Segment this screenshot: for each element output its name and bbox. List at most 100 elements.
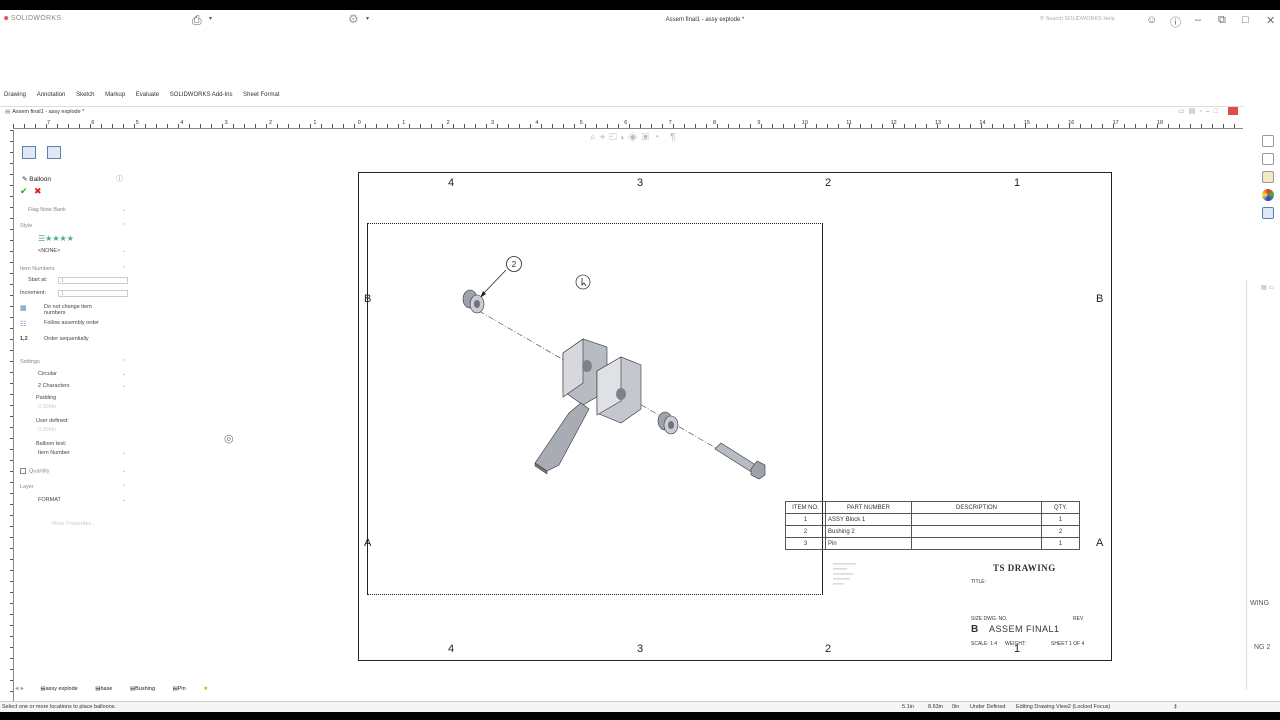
title-label: TITLE: <box>971 579 987 585</box>
opt-dont-change[interactable]: ▦ Do not change item numbers <box>20 304 110 316</box>
options-dropdown-icon[interactable]: ▾ <box>366 15 369 22</box>
sheet-tab-assy-explode[interactable]: ▤assy explode <box>40 686 85 692</box>
chevron-up-icon: ⌃ <box>121 484 126 490</box>
drawing-sheet[interactable]: 4 3 2 1 4 3 2 1 B B A A 2 ITEM NO. PART … <box>358 172 1112 661</box>
view-buttons[interactable]: ▭▤▫–□ <box>1178 107 1222 115</box>
status-y: 8.63in <box>928 704 943 710</box>
custom-properties-icon[interactable] <box>1262 207 1274 219</box>
layer-section[interactable]: Layer ⌃ <box>20 484 126 490</box>
ruler-number: 18 <box>1157 120 1164 126</box>
size-select[interactable]: 2 Characters ⌄ <box>20 383 126 389</box>
bom-cell: ASSY Block 1 <box>825 513 912 526</box>
item-numbers-section[interactable]: Item Numbers ⌃ <box>20 266 126 272</box>
style-select[interactable]: <NONE> ⌄ <box>20 248 126 254</box>
sequential-label: Order sequentially <box>44 336 89 342</box>
tab-annotation[interactable]: Annotation <box>37 92 66 98</box>
panel-controls-icon[interactable]: ▤ ▭ <box>1261 284 1274 291</box>
sheet-tab-pin[interactable]: ▤Pin <box>173 686 194 692</box>
close-button[interactable]: ✕ <box>1266 14 1275 27</box>
add-sheet-icon[interactable]: ★ <box>203 686 208 692</box>
ruler-number: 9 <box>757 120 761 126</box>
chevron-down-icon: ⌄ <box>121 207 126 213</box>
drawing-number: ASSEM FINAL1 <box>989 624 1060 634</box>
balloon-text-row: Balloon text: <box>20 441 126 447</box>
cursor-target-icon: ◎ <box>224 433 234 445</box>
opt-follow-assembly[interactable]: ☷ Follow assembly order <box>20 320 126 328</box>
shape-select[interactable]: Circular ⌄ <box>20 371 126 377</box>
right-partial-panel: ▤ ▭ <box>1246 280 1280 690</box>
table-row: 2 Bushing 2 2 <box>785 525 1080 538</box>
design-library-icon[interactable] <box>1262 153 1274 165</box>
help-icon[interactable]: ⓘ <box>116 174 123 184</box>
property-manager-tab[interactable] <box>22 146 36 159</box>
user-icon[interactable]: ☺ <box>1146 14 1157 26</box>
file-explorer-icon[interactable] <box>1262 171 1274 183</box>
document-tab[interactable]: Assem final1 - assy explode * <box>5 109 84 115</box>
user-defined-value: 0.000in <box>38 427 57 433</box>
solidworks-logo[interactable]: ⨳ SOLIDWORKS <box>4 15 61 23</box>
resources-icon[interactable] <box>1262 135 1274 147</box>
minimize-button[interactable]: – <box>1195 14 1201 26</box>
settings-section[interactable]: Settings ⌃ <box>20 359 126 365</box>
layer-select[interactable]: FORMAT ⌄ <box>20 497 126 503</box>
chevron-down-icon: ⌄ <box>121 383 126 389</box>
opt-sequential[interactable]: 1,2 Order sequentially <box>20 336 126 342</box>
maximize-button[interactable]: □ <box>1242 14 1249 26</box>
heads-up-view-toolbar[interactable]: ⌕⌖◰⬪◈▣◔ ¶ <box>590 132 680 143</box>
options-gear-icon[interactable]: ⚙ <box>348 12 359 26</box>
chevron-down-icon: ⌄ <box>121 248 126 254</box>
tab-addins[interactable]: SOLIDWORKS Add-Ins <box>170 92 233 98</box>
ruler-number: 7 <box>47 120 51 126</box>
padding-input[interactable]: 0.000in <box>20 404 126 410</box>
flag-note-bank-section[interactable]: Flag Note Bank ⌄ <box>20 207 126 213</box>
sheet-tab-base[interactable]: ▤base <box>95 686 120 692</box>
balloon-text-select[interactable]: Item Number ⌄ <box>20 450 126 456</box>
sheet-tabs: ◄► ▤assy explode ▤base ▤Bushing ▤Pin ★ <box>14 686 216 698</box>
start-at-input[interactable]: 1 <box>58 277 128 284</box>
style-section[interactable]: Style ⌃ <box>20 223 126 229</box>
sheet-nav-icon[interactable]: ◄► <box>14 686 25 692</box>
style-icons[interactable]: ☰★★★★ <box>38 234 144 243</box>
bushing-part-2[interactable] <box>657 411 679 435</box>
sheet-tab-label: base <box>100 686 113 692</box>
ruler-number: 7 <box>668 120 672 126</box>
print-icon[interactable]: ⎙ <box>192 13 202 28</box>
appearances-icon[interactable] <box>1262 189 1274 201</box>
more-properties-button[interactable]: More Properties... <box>20 521 126 527</box>
search-help-input[interactable]: ⚲ Search SOLIDWORKS Help <box>1040 16 1130 22</box>
ok-button[interactable]: ✔ <box>20 186 28 197</box>
doc-close-button[interactable] <box>1228 107 1238 115</box>
cancel-button[interactable]: ✖ <box>34 186 42 197</box>
quantity-section[interactable]: Quantity ⌄ <box>20 468 126 474</box>
pm-title-text: Balloon <box>29 176 51 183</box>
user-defined-input[interactable]: 0.000in <box>20 427 126 433</box>
sheet-tab-label: Bushing <box>135 686 156 692</box>
tab-evaluate[interactable]: Evaluate <box>136 92 159 98</box>
tab-sheet-format[interactable]: Sheet Format <box>243 92 279 98</box>
padding-row: Padding <box>20 395 126 401</box>
dont-change-icon: ▦ <box>20 305 27 312</box>
size-value: 2 Characters <box>38 383 70 389</box>
chevron-down-icon: ⌄ <box>121 450 126 456</box>
balloon-text-value: Item Number <box>38 450 70 456</box>
quantity-checkbox[interactable] <box>20 468 26 474</box>
bushing-part-1[interactable] <box>462 289 485 314</box>
sheet-tab-bushing[interactable]: ▤Bushing <box>130 686 163 692</box>
print-dropdown-icon[interactable]: ▾ <box>209 15 212 22</box>
tab-sketch[interactable]: Sketch <box>76 92 94 98</box>
block-part[interactable] <box>534 338 642 475</box>
help-icon[interactable]: ⓘ <box>1170 14 1181 30</box>
bom-header-row: ITEM NO. PART NUMBER DESCRIPTION QTY. <box>785 501 1080 514</box>
exploded-assembly-drawing[interactable]: 2 <box>359 173 1111 660</box>
restore-button[interactable]: ⧉ <box>1218 14 1226 27</box>
increment-input[interactable]: 1 <box>58 290 128 297</box>
feature-manager-tab[interactable] <box>46 146 61 159</box>
chevron-up-icon: ⌃ <box>121 359 126 365</box>
tab-drawing[interactable]: Drawing <box>4 92 26 98</box>
status-message: Select one or more locations to place ba… <box>2 704 117 710</box>
bill-of-materials-table[interactable]: ITEM NO. PART NUMBER DESCRIPTION QTY. 1 … <box>785 501 1080 550</box>
flag-note-bank-label: Flag Note Bank <box>28 207 66 213</box>
pin-part[interactable] <box>714 442 766 480</box>
status-units-icon[interactable]: ‡ <box>1174 704 1177 710</box>
tab-markup[interactable]: Markup <box>105 92 125 98</box>
